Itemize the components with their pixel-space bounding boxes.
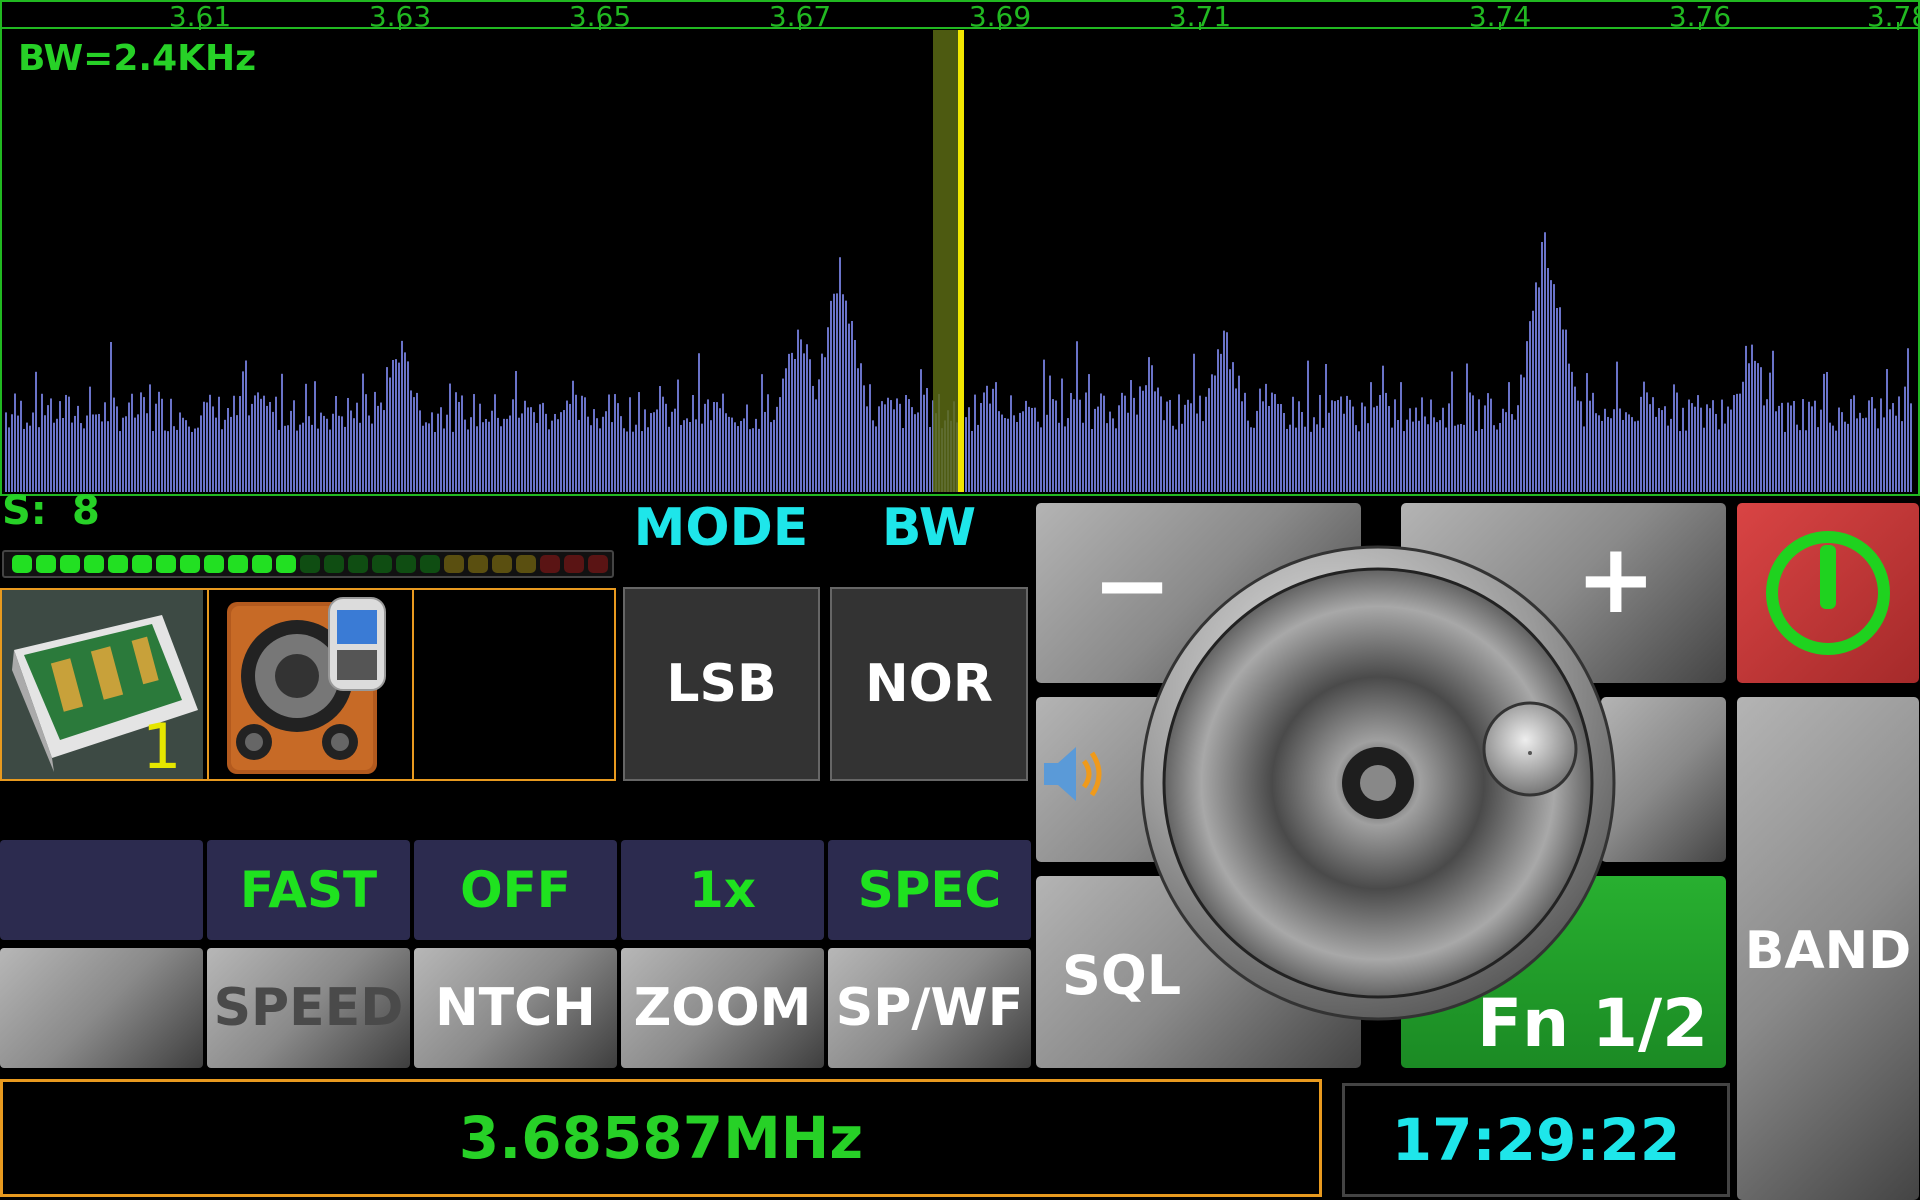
frequency-readout[interactable]: 3.68587MHz [0,1079,1322,1197]
band-button[interactable]: BAND [1737,697,1919,1200]
func-button-blank-2[interactable] [0,948,203,1068]
bandwidth-overlay [933,30,959,492]
power-button[interactable] [1737,503,1919,683]
s-meter-segment [396,555,416,573]
s-meter-segment [324,555,344,573]
s-meter-segment [516,555,536,573]
s-meter-segment [372,555,392,573]
bw-button[interactable]: NOR [830,587,1028,781]
tuning-knob[interactable] [1138,543,1626,1031]
s-meter-segment [36,555,56,573]
bw-label: BW [881,498,977,558]
tuning-marker[interactable] [958,30,964,492]
speaker-phone-icon [227,597,386,774]
tile-empty[interactable] [412,590,614,779]
s-meter-segment [60,555,80,573]
frequency-tick-label: 3.78 [1867,0,1920,33]
s-meter-segment [84,555,104,573]
quick-access-tiles: 1 [0,588,616,783]
s-meter-segment [180,555,200,573]
speaker-icon [1044,747,1102,801]
s-meter-segment [228,555,248,573]
func-button-blank-1[interactable] [0,840,203,940]
s-meter-segment [540,555,560,573]
s-meter-segment [444,555,464,573]
zoom-button[interactable]: ZOOM [621,948,824,1068]
power-icon [1766,531,1890,655]
tile-hardware[interactable]: 1 [2,590,209,783]
s-meter-segment [300,555,320,573]
s-meter-segment [468,555,488,573]
s-meter-segment [252,555,272,573]
s-meter-segment [564,555,584,573]
s-meter-label: S: [2,488,47,534]
s-meter-segment [132,555,152,573]
bandwidth-label: BW=2.4KHz [18,38,257,79]
s-meter-value: 8 [72,488,100,534]
s-meter-segment [420,555,440,573]
notch-off-button[interactable]: OFF [414,840,617,940]
s-meter-segment [588,555,608,573]
s-meter-segment [204,555,224,573]
speed-button[interactable]: SPEED [207,948,410,1068]
circuit-board-icon: 1 [2,590,203,783]
s-meter-segment [492,555,512,573]
ntch-button[interactable]: NTCH [414,948,617,1068]
tile-speaker[interactable] [207,590,414,779]
s-meter-segment [276,555,296,573]
svg-text:1: 1 [142,710,181,779]
spec-button[interactable]: SPEC [828,840,1031,940]
s-meter-segment [348,555,368,573]
s-meter-bar [2,550,614,578]
spectrum-display[interactable]: 3.613.633.653.673.693.713.743.763.78 [0,0,1920,496]
sp-wf-button[interactable]: SP/WF [828,948,1031,1068]
s-meter-segment [12,555,32,573]
zoom-1x-button[interactable]: 1x [621,840,824,940]
mode-button[interactable]: LSB [623,587,820,781]
clock-display: 17:29:22 [1342,1083,1730,1197]
band-label: BAND [1744,921,1912,981]
s-meter-segment [156,555,176,573]
knob-finger-dimple[interactable] [1482,701,1578,797]
agc-fast-button[interactable]: FAST [207,840,410,940]
mode-label: MODE [633,498,809,558]
s-meter-segment [108,555,128,573]
